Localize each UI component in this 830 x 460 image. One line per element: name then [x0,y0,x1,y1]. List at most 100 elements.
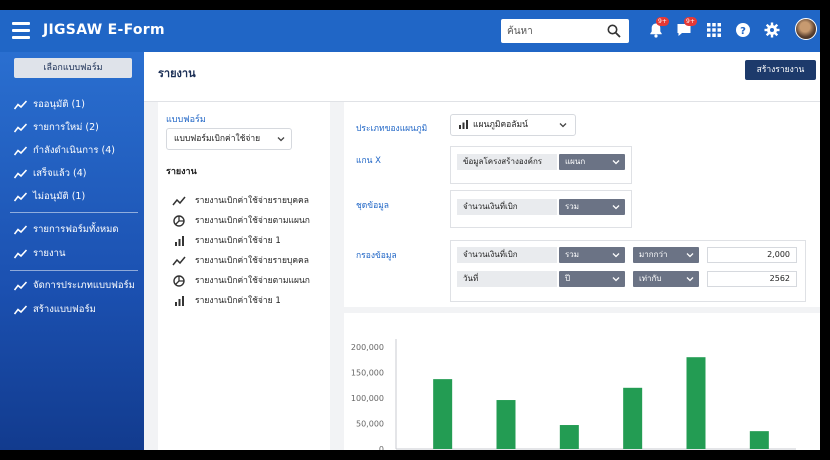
chevron-down-icon [686,253,694,258]
chevron-down-icon [612,277,620,282]
chart-bar[interactable] [686,357,706,449]
sidebar-item-label: กำลังดำเนินการ (4) [33,145,115,156]
sidebar-item-label: รายการใหม่ (2) [33,122,99,133]
messages-badge: 9+ [684,17,697,26]
line-chart-icon [172,196,186,206]
filter-agg-value: รวม [565,250,580,259]
trend-icon [14,281,27,291]
search-icon[interactable] [607,24,621,38]
trend-icon [14,305,27,315]
chart-type-value: แผนภูมิคอลัมน์ [473,120,528,130]
pie-chart-icon [173,275,185,287]
chevron-down-icon [612,160,620,165]
filter-operator-dropdown[interactable]: มากกว่า [633,247,699,263]
chart-settings-panel: ประเภทของแผนภูมิ แผนภูมิคอลัมน์ แกน X ข้… [344,102,820,307]
reports-heading: รายงาน [166,167,197,177]
settings-gear-icon[interactable] [764,22,780,38]
x-axis-dropdown-value: แผนก [565,157,586,166]
form-select[interactable]: แบบฟอร์มเบิกค่าใช้จ่าย [166,128,292,150]
filter-field: วันที่ [457,271,557,287]
sidebar-item-create-form[interactable]: สร้างแบบฟอร์ม [14,302,96,318]
x-axis-field: ข้อมูลโครงสร้างองค์กร [457,154,557,170]
trend-icon [14,225,27,235]
report-item-label: รายงานเบิกค่าใช้จ่ายตามแผนก [195,276,310,286]
report-item-label: รายงานเบิกค่าใช้จ่ายตามแผนก [195,216,310,226]
report-item[interactable]: รายงานเบิกค่าใช้จ่าย 1 [172,234,281,248]
dataset-label: ชุดข้อมูล [356,201,390,211]
y-tick-label: 100,000 [351,394,384,403]
select-form-button[interactable]: เลือกแบบฟอร์ม [14,58,132,78]
column-chart: 200,000 150,000 100,000 50,000 0 [351,339,796,450]
filter-field: จำนวนเงินที่เบิก [457,247,557,263]
form-label: แบบฟอร์ม [166,115,206,125]
hamburger-menu-icon[interactable] [12,22,30,39]
filter-value-input[interactable]: 2562 [707,271,797,287]
pie-chart-icon [173,215,185,227]
chevron-down-icon [686,277,694,282]
search-input[interactable] [501,19,601,43]
sidebar-divider [10,270,138,271]
sidebar-item-rejected[interactable]: ไม่อนุมัติ (1) [14,189,85,205]
sidebar-item-all-forms[interactable]: รายการฟอร์มทั้งหมด [14,222,119,238]
sidebar: เลือกแบบฟอร์ม รออนุมัติ (1) รายการใหม่ (… [0,52,144,450]
dataset-agg-dropdown[interactable]: รวม [559,199,625,215]
line-chart-icon [172,256,186,266]
report-item[interactable]: รายงานเบิกค่าใช้จ่ายรายบุคคล [172,254,309,268]
chart-bar[interactable] [623,387,643,449]
filter-operator-dropdown[interactable]: เท่ากับ [633,271,699,287]
filter-operator-value: มากกว่า [639,250,668,259]
chart-type-select[interactable]: แผนภูมิคอลัมน์ [450,114,576,136]
sidebar-item-reports[interactable]: รายงาน [14,246,65,262]
report-item-label: รายงานเบิกค่าใช้จ่าย 1 [195,236,281,246]
report-item[interactable]: รายงานเบิกค่าใช้จ่ายตามแผนก [172,274,310,288]
filter-value-input[interactable]: 2,000 [707,247,797,263]
filter-agg-dropdown[interactable]: ปี [559,271,625,287]
page-title: รายงาน [158,67,196,80]
chart-bar[interactable] [559,425,579,449]
chart-bar[interactable] [496,400,516,449]
create-report-button[interactable]: สร้างรายงาน [745,60,816,80]
sidebar-item-label: รออนุมัติ (1) [33,99,85,110]
sidebar-item-pending-approval[interactable]: รออนุมัติ (1) [14,97,85,113]
user-avatar[interactable] [795,18,817,40]
chevron-down-icon [559,123,567,128]
dataset-agg-value: รวม [565,202,580,211]
help-icon[interactable]: ? [735,22,751,38]
bar-chart-icon [175,296,184,306]
chart-bar[interactable] [433,379,453,449]
sidebar-item-new[interactable]: รายการใหม่ (2) [14,120,99,136]
app-window: JIGSAW E-Form 9+ 9+ ? เลือกแบบฟอร์ม รออน… [0,10,820,450]
sidebar-item-manage-form-types[interactable]: จัดการประเภทแบบฟอร์ม [14,278,135,294]
apps-grid-icon[interactable] [706,22,722,38]
screen-frame: JIGSAW E-Form 9+ 9+ ? เลือกแบบฟอร์ม รออน… [0,10,830,450]
report-list-panel: แบบฟอร์ม แบบฟอร์มเบิกค่าใช้จ่าย รายงาน ร… [158,102,330,450]
form-select-value: แบบฟอร์มเบิกค่าใช้จ่าย [174,134,261,144]
filter-label: กรองข้อมูล [356,251,397,261]
bar-chart-icon [459,120,468,129]
filter-agg-dropdown[interactable]: รวม [559,247,625,263]
sidebar-divider [10,212,138,213]
app-title: JIGSAW E-Form [43,22,165,38]
chevron-down-icon [612,253,620,258]
report-item[interactable]: รายงานเบิกค่าใช้จ่ายรายบุคคล [172,194,309,208]
trend-icon [14,169,27,179]
filter-agg-value: ปี [565,274,571,283]
trend-icon [14,249,27,259]
x-axis-dropdown[interactable]: แผนก [559,154,625,170]
chart-type-label: ประเภทของแผนภูมิ [356,124,428,134]
filter-box: จำนวนเงินที่เบิก รวม มากกว่า 2,000 วันที… [450,240,806,302]
sidebar-item-completed[interactable]: เสร็จแล้ว (4) [14,166,86,182]
filter-operator-value: เท่ากับ [639,274,662,283]
messages-icon[interactable]: 9+ [676,17,697,38]
chart-bar[interactable] [749,431,769,449]
report-item-label: รายงานเบิกค่าใช้จ่ายรายบุคคล [195,256,309,266]
sidebar-item-in-progress[interactable]: กำลังดำเนินการ (4) [14,143,115,159]
trend-icon [14,146,27,156]
report-item[interactable]: รายงานเบิกค่าใช้จ่ายตามแผนก [172,214,310,228]
notification-badge: 9+ [656,17,669,26]
chart-panel: 200,000 150,000 100,000 50,000 0 [344,313,820,450]
notification-bell-icon[interactable]: 9+ [648,17,669,38]
sidebar-item-label: รายการฟอร์มทั้งหมด [33,224,119,235]
y-tick-label: 50,000 [356,420,384,429]
report-item[interactable]: รายงานเบิกค่าใช้จ่าย 1 [172,294,281,308]
